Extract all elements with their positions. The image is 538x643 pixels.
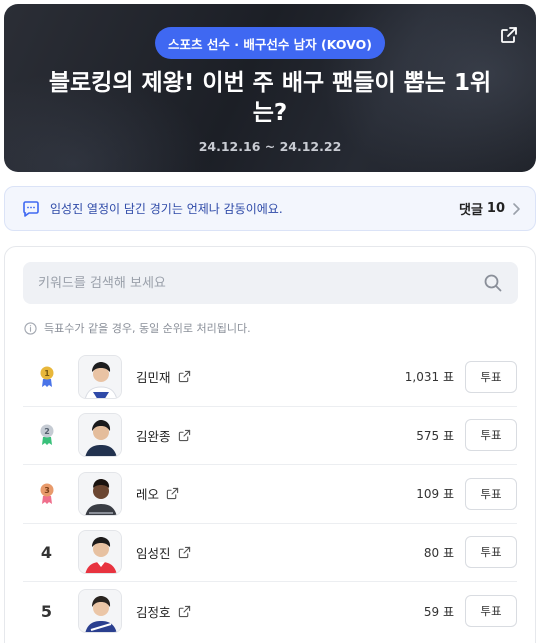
player-name-wrap[interactable]: 레오 <box>136 484 416 503</box>
player-name: 김완종 <box>136 428 171 444</box>
external-link-icon[interactable] <box>178 370 191 383</box>
rank-slot: 3 <box>23 483 70 505</box>
player-name: 레오 <box>136 487 160 503</box>
svg-text:1: 1 <box>44 369 50 378</box>
vote-count: 59 표 <box>423 604 454 619</box>
player-photo <box>78 589 122 634</box>
ranking-list: 1 김민재 1,031 표 투표 2 김완종 575 표 투표 3 레오 109… <box>5 348 535 641</box>
svg-text:3: 3 <box>44 486 50 495</box>
vote-button[interactable]: 투표 <box>465 360 517 393</box>
rank-slot: 5 <box>23 602 70 621</box>
vote-period: 24.12.16 ~ 24.12.22 <box>198 139 342 154</box>
vote-count: 1,031 표 <box>404 370 454 385</box>
svg-text:2: 2 <box>44 427 50 436</box>
ranking-row: 3 레오 109 표 투표 <box>23 465 517 524</box>
comment-label: 댓글 <box>458 203 483 218</box>
tie-notice: 득표수가 같을 경우, 동일 순위로 처리됩니다. <box>24 320 251 336</box>
player-name-wrap[interactable]: 김정호 <box>136 602 424 621</box>
external-link-icon[interactable] <box>178 429 191 442</box>
latest-comment-text: 임성진 열정이 담긴 경기는 언제나 감동이에요. <box>50 202 283 216</box>
share-icon[interactable] <box>499 25 519 45</box>
comment-count: 10 <box>486 201 505 216</box>
tie-notice-text: 득표수가 같을 경우, 동일 순위로 처리됩니다. <box>44 322 251 335</box>
player-name: 김정호 <box>136 604 171 620</box>
chat-bubble-icon <box>23 200 39 217</box>
player-photo <box>78 471 122 516</box>
search-icon[interactable] <box>483 273 503 293</box>
comment-count-link[interactable]: 댓글 10 <box>459 199 521 218</box>
silver-medal-icon: 2 <box>40 424 53 446</box>
player-name-wrap[interactable]: 김완종 <box>136 426 416 445</box>
rank-slot: 2 <box>23 424 70 446</box>
player-name: 김민재 <box>136 370 171 386</box>
player-name-wrap[interactable]: 임성진 <box>136 543 424 562</box>
vote-button[interactable]: 투표 <box>465 595 517 628</box>
vote-button[interactable]: 투표 <box>465 536 517 569</box>
page-title: 블로킹의 제왕! 이번 주 배구 팬들이 뽑는 1위는? <box>48 70 492 126</box>
rank-number: 4 <box>40 542 53 562</box>
bronze-medal-icon: 3 <box>40 483 53 504</box>
rank-slot: 1 <box>23 366 70 388</box>
player-photo <box>78 354 122 399</box>
info-icon <box>24 321 37 335</box>
comment-preview-bar[interactable]: 임성진 열정이 담긴 경기는 언제나 감동이에요. 댓글 10 <box>4 186 536 231</box>
vote-hero-banner: 스포츠 선수 · 배구선수 남자 (KOVO) 블로킹의 제왕! 이번 주 배구… <box>4 4 536 172</box>
ranking-row: 4 임성진 80 표 투표 <box>23 524 517 582</box>
ranking-row: 1 김민재 1,031 표 투표 <box>23 348 517 407</box>
vote-button[interactable]: 투표 <box>465 419 517 452</box>
ranking-row: 5 김정호 59 표 투표 <box>23 582 517 641</box>
vote-count: 80 표 <box>423 545 454 560</box>
gold-medal-icon: 1 <box>40 366 53 387</box>
player-name: 임성진 <box>136 545 171 561</box>
chevron-right-icon <box>513 202 520 215</box>
player-photo <box>78 530 122 575</box>
vote-button[interactable]: 투표 <box>465 477 517 510</box>
external-link-icon[interactable] <box>178 546 191 559</box>
ranking-row: 2 김완종 575 표 투표 <box>23 407 517 465</box>
external-link-icon[interactable] <box>178 605 191 618</box>
player-photo <box>78 413 122 458</box>
search-input[interactable] <box>23 275 483 291</box>
rank-number: 5 <box>40 601 53 621</box>
category-badge: 스포츠 선수 · 배구선수 남자 (KOVO) <box>155 27 385 59</box>
player-name-wrap[interactable]: 김민재 <box>136 367 405 386</box>
search-bar <box>23 262 518 304</box>
vote-count: 575 표 <box>416 428 454 443</box>
ranking-panel: 득표수가 같을 경우, 동일 순위로 처리됩니다. 1 <box>4 246 536 643</box>
external-link-icon[interactable] <box>166 487 179 500</box>
vote-count: 109 표 <box>416 487 454 502</box>
rank-slot: 4 <box>23 543 70 562</box>
